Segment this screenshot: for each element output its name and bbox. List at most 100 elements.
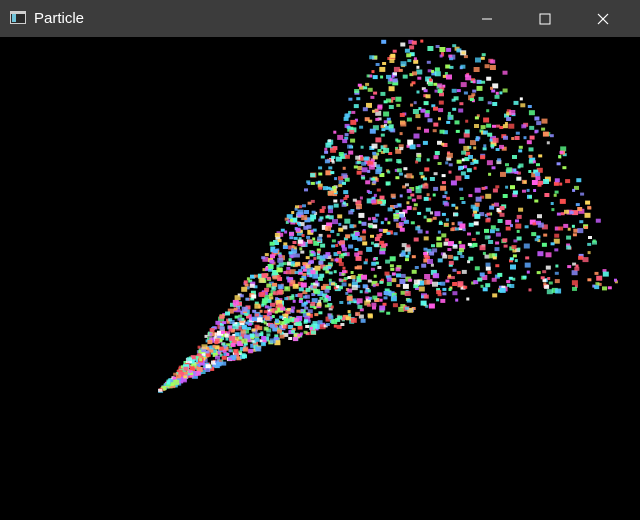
particle: [427, 46, 434, 51]
particle: [298, 223, 301, 227]
particle: [193, 371, 197, 375]
particle: [391, 278, 397, 283]
particle: [309, 274, 313, 278]
particle: [375, 137, 382, 143]
particle: [279, 334, 285, 339]
particle: [379, 195, 385, 200]
particle: [480, 155, 486, 160]
particle: [228, 328, 233, 332]
particle: [543, 233, 548, 237]
particle: [518, 145, 523, 149]
particle: [385, 158, 389, 162]
particle: [357, 237, 363, 242]
particle: [396, 273, 401, 278]
particle: [450, 180, 457, 186]
particle: [466, 168, 472, 173]
particle: [348, 283, 352, 287]
particle-canvas[interactable]: [0, 37, 632, 512]
particle: [433, 106, 438, 111]
particle: [526, 140, 532, 145]
particle: [554, 190, 559, 194]
particle: [328, 139, 332, 143]
particle: [321, 206, 326, 210]
particle: [359, 290, 363, 294]
particle: [454, 212, 459, 216]
particle: [205, 350, 210, 354]
particle: [318, 311, 323, 315]
particle: [435, 45, 440, 48]
particle: [378, 228, 383, 232]
particle: [270, 254, 275, 259]
particle: [261, 336, 267, 340]
particle: [428, 303, 435, 309]
particle: [256, 317, 263, 323]
particle: [523, 243, 530, 249]
particle: [580, 192, 585, 196]
particle: [468, 256, 474, 261]
particle: [339, 254, 344, 259]
particle: [454, 227, 459, 231]
particle: [474, 213, 481, 219]
particle: [455, 129, 460, 133]
particle: [388, 86, 395, 92]
particle: [433, 82, 438, 86]
maximize-button[interactable]: [516, 0, 574, 37]
particle: [559, 150, 564, 154]
particle: [587, 242, 592, 246]
particle: [464, 175, 470, 179]
particle: [260, 331, 264, 335]
particle: [529, 125, 535, 130]
particle: [455, 175, 462, 181]
particle: [302, 273, 307, 276]
particle: [338, 278, 342, 282]
particle: [249, 283, 255, 288]
particle: [310, 214, 317, 220]
particle: [483, 117, 490, 123]
particle: [459, 102, 464, 106]
particle: [341, 247, 347, 252]
particle: [445, 64, 451, 69]
particle: [434, 67, 440, 72]
particle: [330, 147, 337, 153]
particle: [531, 180, 538, 185]
particle: [558, 226, 564, 231]
minimize-button[interactable]: [458, 0, 516, 37]
particle: [312, 237, 316, 241]
particle: [398, 221, 404, 226]
particle: [445, 279, 450, 283]
particle: [277, 303, 283, 308]
title-bar[interactable]: Particle: [0, 0, 640, 37]
particle: [449, 65, 454, 69]
particle: [495, 91, 499, 95]
close-icon: [597, 13, 609, 24]
particle: [464, 74, 469, 78]
particle: [304, 188, 308, 192]
particle: [460, 64, 466, 69]
particle: [176, 374, 181, 379]
particle: [360, 145, 364, 149]
close-button[interactable]: [574, 0, 632, 37]
particle: [365, 180, 371, 185]
particle: [361, 176, 366, 180]
particle: [264, 253, 269, 257]
particle: [397, 203, 401, 207]
particle: [448, 260, 454, 265]
particle: [413, 59, 419, 64]
particle: [497, 158, 502, 162]
particle: [342, 181, 346, 185]
particle: [563, 223, 569, 228]
particle: [318, 233, 323, 237]
particle: [374, 109, 379, 113]
particle: [406, 201, 410, 205]
particle: [474, 266, 480, 271]
particle: [417, 76, 422, 80]
particle: [427, 259, 433, 264]
particle: [554, 279, 560, 284]
particle: [310, 284, 314, 288]
particle: [432, 281, 438, 287]
particle: [366, 189, 370, 193]
particle: [317, 250, 321, 254]
particle: [367, 289, 371, 293]
particle: [505, 226, 511, 231]
particle: [399, 132, 403, 136]
